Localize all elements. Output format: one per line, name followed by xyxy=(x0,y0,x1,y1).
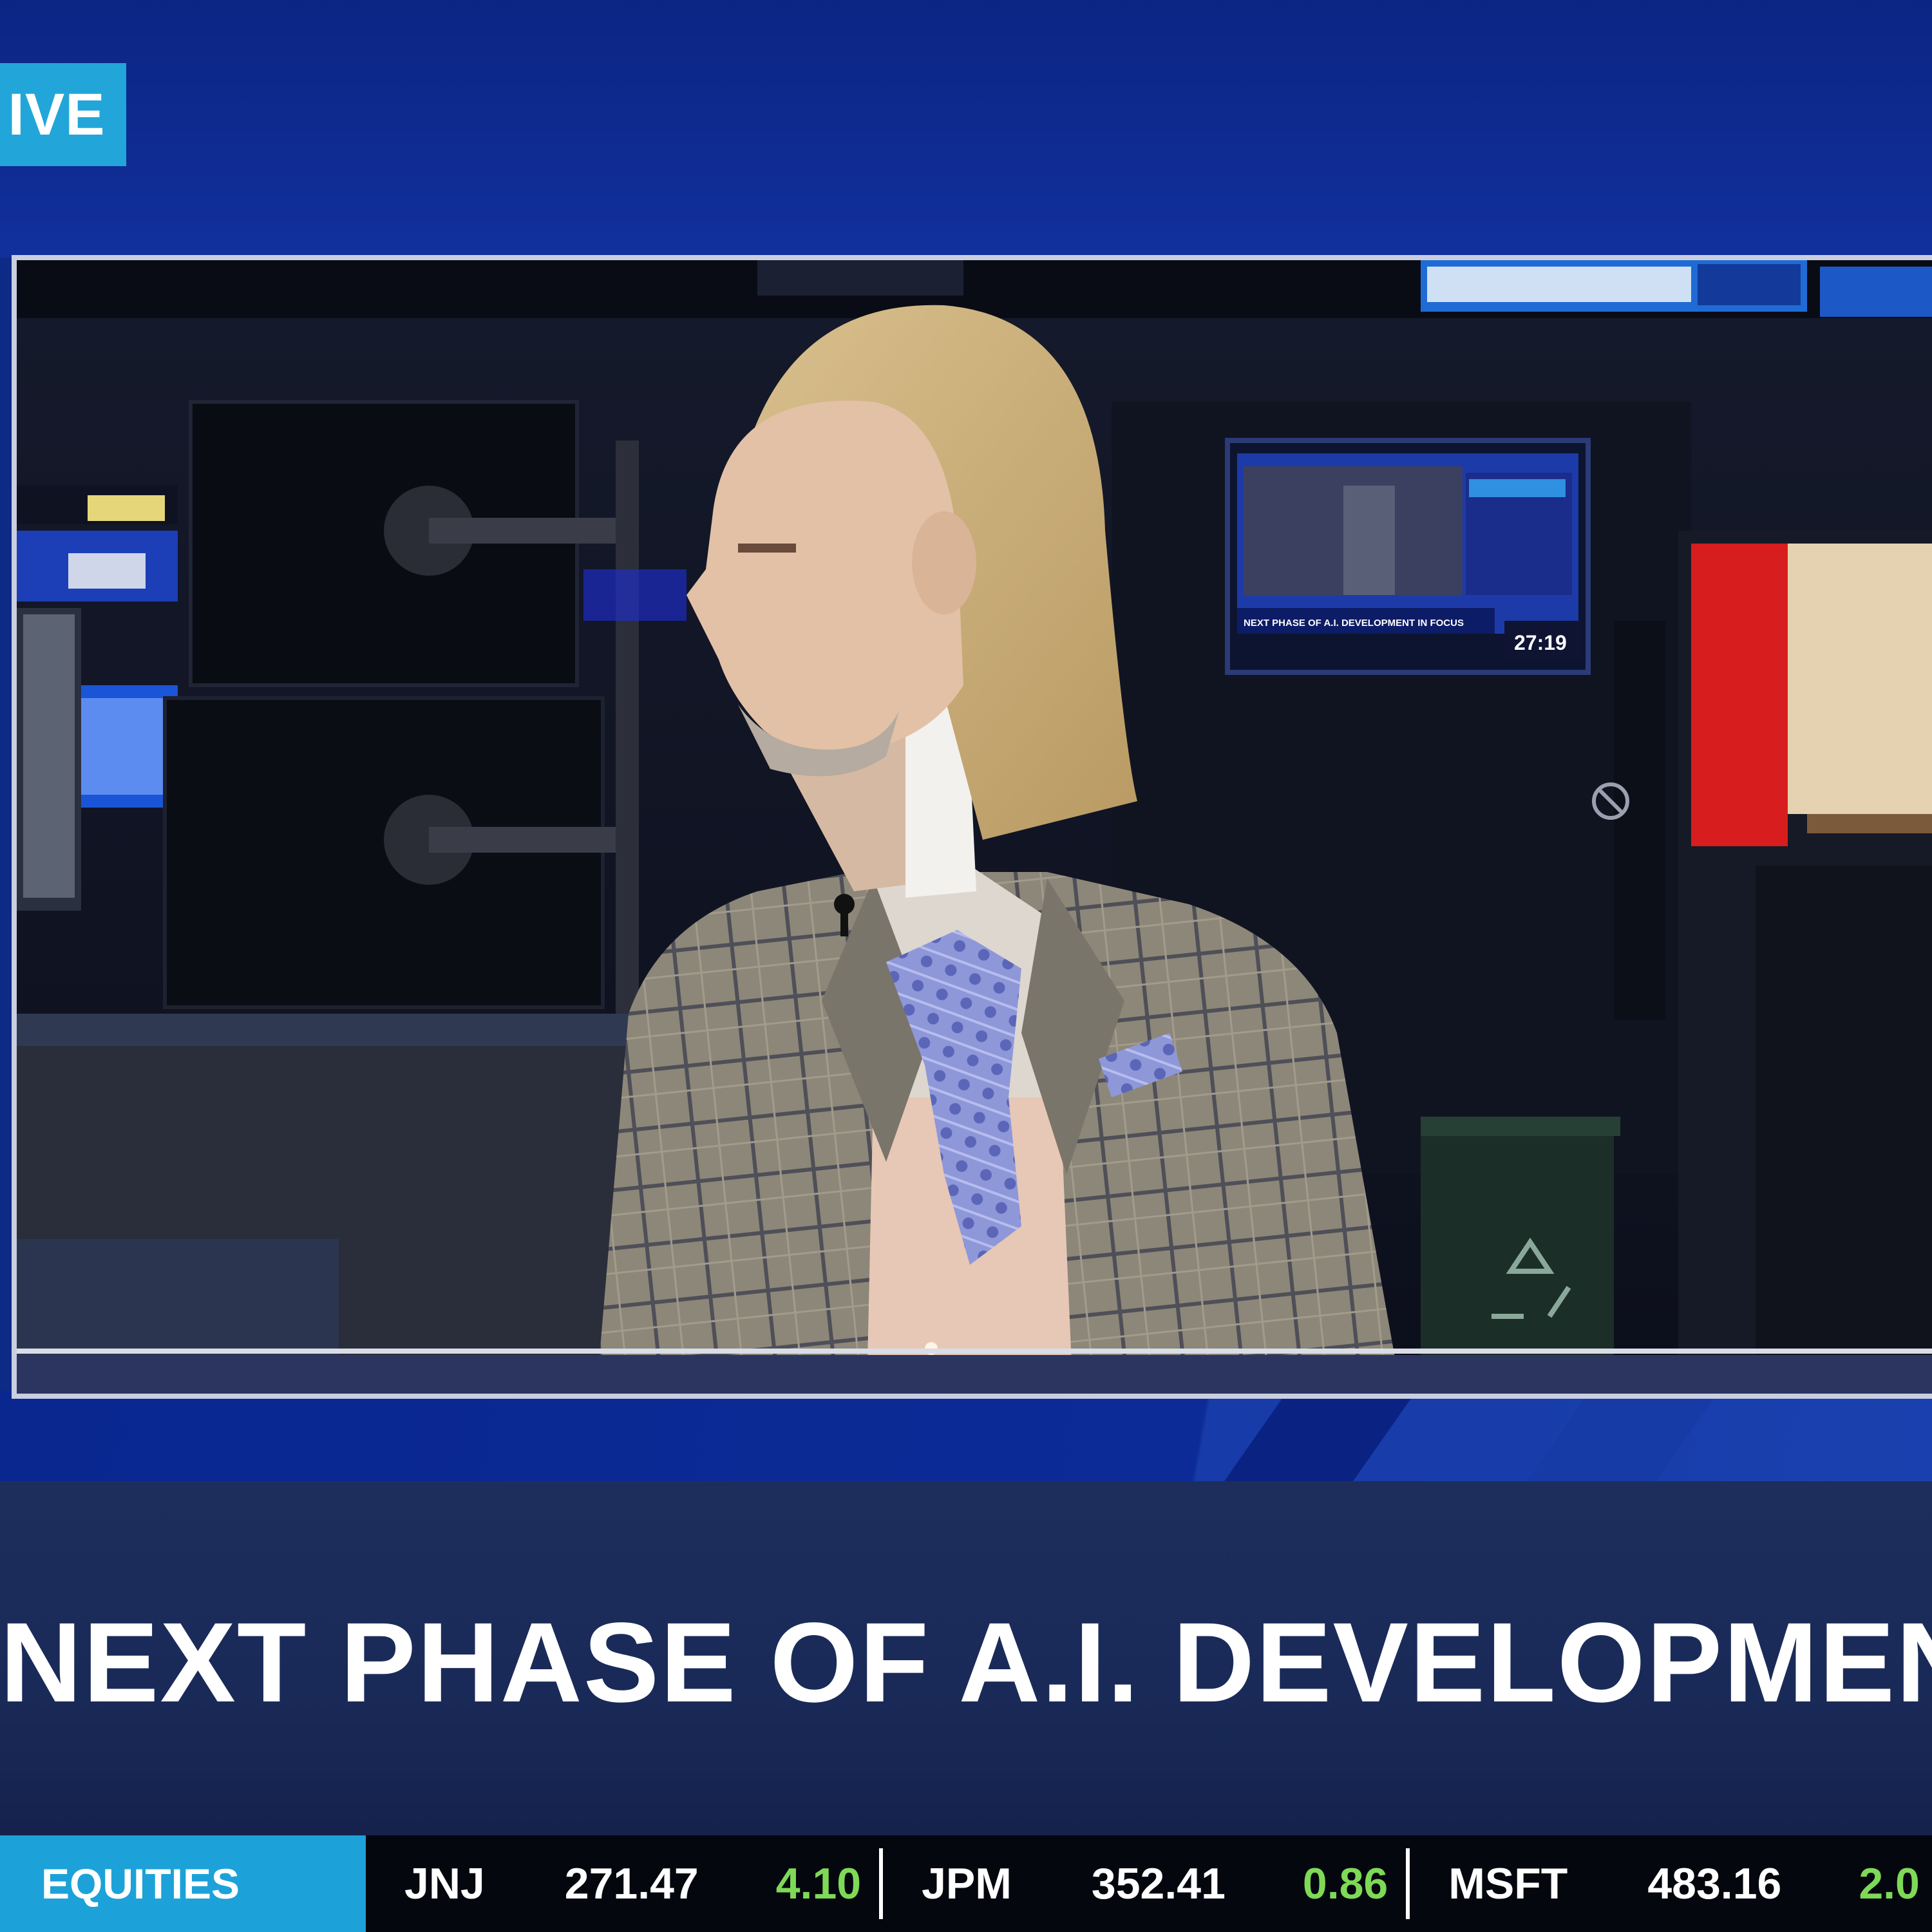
accent-band xyxy=(0,1391,1932,1481)
live-badge-label: IVE xyxy=(8,81,106,147)
top-band xyxy=(0,0,1932,258)
ticker-symbol: MSFT xyxy=(1448,1859,1568,1908)
ticker-change: 2.0 xyxy=(1859,1859,1920,1908)
ticker-price: 352.41 xyxy=(1091,1859,1226,1908)
studio-scene: NEXT PHASE OF A.I. DEVELOPMENT IN FOCUS … xyxy=(17,260,1932,1394)
stock-ticker: EQUITIES JNJ 271.47 4.10 JPM 352.41 0.86… xyxy=(0,1835,1932,1932)
video-frame[interactable]: NEXT PHASE OF A.I. DEVELOPMENT IN FOCUS … xyxy=(12,255,1932,1399)
headline: NEXT PHASE OF A.I. DEVELOPMENT IN xyxy=(0,1600,1932,1726)
ticker-price: 271.47 xyxy=(564,1859,699,1908)
live-badge: IVE xyxy=(0,63,126,166)
ticker-symbol: JPM xyxy=(922,1859,1012,1908)
in-studio-monitor: NEXT PHASE OF A.I. DEVELOPMENT IN FOCUS … xyxy=(1225,438,1591,675)
monitor-clock: 27:19 xyxy=(1514,631,1567,654)
monitor-headline: NEXT PHASE OF A.I. DEVELOPMENT IN FOCUS xyxy=(1244,618,1464,629)
ticker-change: 4.10 xyxy=(775,1859,862,1908)
ticker-item: JPM 352.41 0.86 xyxy=(883,1848,1410,1919)
ticker-item: MSFT 483.16 2.0 xyxy=(1410,1848,1932,1919)
ticker-change: 0.86 xyxy=(1302,1859,1388,1908)
ticker-price: 483.16 xyxy=(1647,1859,1782,1908)
ticker-items: JNJ 271.47 4.10 JPM 352.41 0.86 MSFT 483… xyxy=(366,1835,1932,1932)
ticker-category-label: EQUITIES xyxy=(0,1835,366,1932)
ticker-item: JNJ 271.47 4.10 xyxy=(366,1848,884,1919)
ticker-symbol: JNJ xyxy=(404,1859,485,1908)
